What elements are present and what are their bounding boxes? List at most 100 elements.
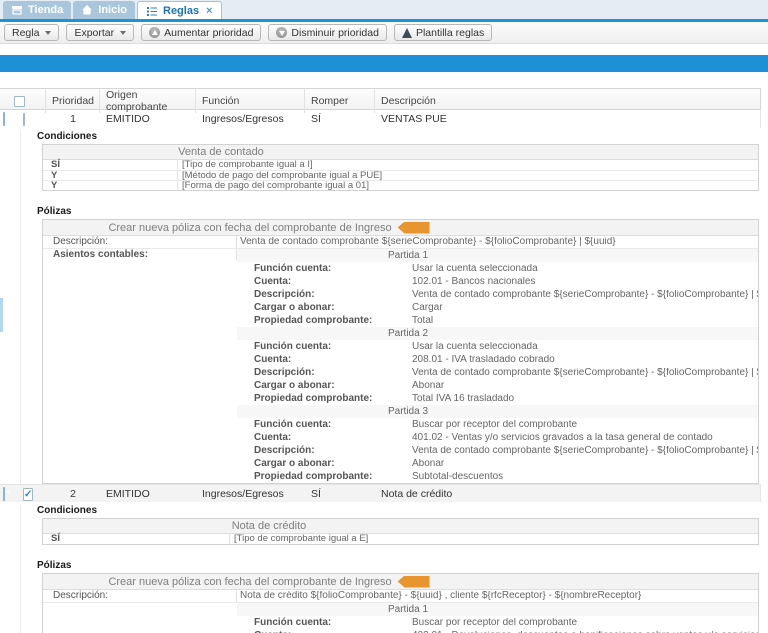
- spacer: [0, 72, 768, 88]
- button-label: Exportar: [74, 27, 114, 39]
- exportar-menu-button[interactable]: Exportar: [66, 24, 134, 41]
- tab-label: Reglas: [163, 5, 199, 17]
- partida-field-row: Función cuenta:Usar la cuenta selecciona…: [237, 262, 758, 275]
- partida-field-row: Cuenta:208.01 - IVA trasladado cobrado: [237, 353, 758, 366]
- condition-row: SÍ[Tipo de comprobante igual a I]: [43, 160, 758, 170]
- poliza-table: Crear nueva póliza con fecha del comprob…: [42, 573, 759, 633]
- rule-row[interactable]: 2 EMITIDO Ingresos/Egresos SÍ Nota de cr…: [0, 484, 761, 502]
- cell-descripcion: VENTAS PUE: [375, 113, 760, 125]
- partida-field-value: Abonar: [412, 381, 444, 391]
- partida-field-label: Cuenta:: [237, 355, 412, 365]
- rule-row[interactable]: 1 EMITIDO Ingresos/Egresos SÍ VENTAS PUE: [0, 110, 761, 128]
- partida-field-value: Venta de contado comprobante ${serieComp…: [412, 446, 758, 456]
- tab-label: Tienda: [28, 4, 63, 16]
- condition-operator: Y: [43, 181, 178, 190]
- plantilla-reglas-button[interactable]: Plantilla reglas: [394, 24, 492, 41]
- partida-title: Partida 1: [237, 251, 579, 261]
- cell-romper: SÍ: [305, 488, 375, 500]
- column-header-funcion[interactable]: Función: [196, 89, 305, 113]
- partida-title-row: Partida 2: [237, 327, 758, 340]
- partida-field-label: Descripción:: [237, 368, 412, 378]
- column-header-prioridad[interactable]: Prioridad: [46, 89, 100, 113]
- asientos-contables-label: Asientos contables:: [43, 249, 237, 260]
- partida-field-row: Cuenta:402.01 - Devoluciones, descuentos…: [237, 629, 758, 633]
- button-label: Plantilla reglas: [416, 27, 484, 39]
- collapse-row-icon[interactable]: [3, 487, 5, 501]
- partida-field-label: Descripción:: [237, 290, 412, 300]
- cell-descripcion: Nota de crédito: [375, 488, 760, 500]
- tab-close-icon[interactable]: ×: [206, 6, 212, 16]
- conditions-table-body: SÍ[Tipo de comprobante igual a I]Y[Métod…: [43, 160, 758, 190]
- condition-row: Y[Método de pago del comprobante igual a…: [43, 170, 758, 180]
- select-all-checkbox[interactable]: [14, 96, 25, 107]
- column-header-descripcion[interactable]: Descripción: [375, 89, 760, 113]
- conditions-table: Nota de crédito SÍ[Tipo de comprobante i…: [42, 518, 759, 545]
- partida-field-label: Función cuenta:: [237, 342, 412, 352]
- partida-field-row: Descripción:Venta de contado comprobante…: [237, 288, 758, 301]
- polizas-label: Pólizas: [37, 206, 768, 217]
- row-checkbox[interactable]: [23, 488, 33, 501]
- button-label: Disminuir prioridad: [291, 27, 379, 39]
- row-checkbox[interactable]: [23, 113, 25, 126]
- partidas-container: Partida 1Función cuenta:Buscar por recep…: [237, 603, 758, 633]
- partida-field-value: Venta de contado comprobante ${serieComp…: [412, 290, 758, 300]
- tab-inicio[interactable]: Inicio: [73, 1, 135, 19]
- collapse-row-icon[interactable]: [3, 112, 5, 126]
- condition-expression: [Método de pago del comprobante igual a …: [178, 171, 382, 181]
- asientos-contables-row: Partida 1Función cuenta:Buscar por recep…: [43, 603, 758, 633]
- chevron-down-icon: [120, 31, 126, 35]
- disminuir-prioridad-button[interactable]: Disminuir prioridad: [268, 24, 387, 41]
- poliza-description-row: Descripción: Nota de crédito ${folioComp…: [43, 590, 758, 603]
- toolbar: Regla Exportar Aumentar prioridad Dismin…: [0, 22, 768, 44]
- conditions-title-row: Venta de contado: [43, 145, 758, 160]
- partida-field-label: Cargar o abonar:: [237, 381, 412, 391]
- rule-detail: Condiciones Venta de contado SÍ[Tipo de …: [0, 131, 768, 484]
- partida-field-label: Función cuenta:: [237, 420, 412, 430]
- poliza-title: Crear nueva póliza con fecha del comprob…: [108, 222, 391, 234]
- regla-menu-button[interactable]: Regla: [4, 24, 59, 41]
- spacer: [0, 44, 768, 55]
- cell-origen: EMITIDO: [100, 113, 196, 125]
- partidas-container: Partida 1Función cuenta:Usar la cuenta s…: [237, 249, 758, 483]
- aumentar-prioridad-button[interactable]: Aumentar prioridad: [141, 24, 261, 41]
- partida-field-value: Total: [412, 316, 433, 326]
- highlight-arrow-icon: [398, 576, 430, 588]
- condition-operator: SÍ: [43, 160, 178, 170]
- partida-field-row: Cuenta:102.01 - Bancos nacionales: [237, 275, 758, 288]
- conditions-table: Venta de contado SÍ[Tipo de comprobante …: [42, 144, 759, 191]
- asientos-contables-row: Asientos contables: Partida 1Función cue…: [43, 249, 758, 483]
- column-header-origen[interactable]: Origen comprobante: [100, 89, 196, 113]
- partida-title-row: Partida 1: [237, 249, 758, 262]
- tab-reglas[interactable]: Reglas ×: [137, 1, 222, 19]
- condition-operator: SÍ: [43, 534, 230, 544]
- partida-field-label: Propiedad comprobante:: [237, 316, 412, 326]
- select-all-cell: [0, 89, 46, 113]
- partida-title: Partida 1: [237, 605, 579, 615]
- partida-field-row: Cuenta:401.02 - Ventas y/o servicios gra…: [237, 431, 758, 444]
- condiciones-label: Condiciones: [37, 505, 768, 516]
- partida-field-row: Propiedad comprobante:Subtotal-descuento…: [237, 470, 758, 483]
- conditions-title: Venta de contado: [43, 146, 399, 158]
- condition-operator: Y: [43, 171, 178, 180]
- tab-tienda[interactable]: Tienda: [3, 1, 71, 19]
- poliza-title: Crear nueva póliza con fecha del comprob…: [108, 576, 391, 588]
- template-triangle-icon: [402, 28, 412, 38]
- poliza-title-row: Crear nueva póliza con fecha del comprob…: [43, 574, 758, 590]
- partida-field-row: Propiedad comprobante:Total: [237, 314, 758, 327]
- poliza-table: Crear nueva póliza con fecha del comprob…: [42, 219, 759, 484]
- partida-field-row: Función cuenta:Buscar por receptor del c…: [237, 616, 758, 629]
- highlight-arrow-icon: [398, 222, 430, 234]
- button-label: Regla: [12, 27, 39, 39]
- partida-field-label: Cargar o abonar:: [237, 303, 412, 313]
- arrow-up-circle-icon: [149, 27, 160, 38]
- column-header-romper[interactable]: Romper: [305, 89, 375, 113]
- button-label: Aumentar prioridad: [164, 27, 253, 39]
- polizas-label: Pólizas: [37, 560, 768, 571]
- partida-field-value: Cargar: [412, 303, 443, 313]
- home-icon: [81, 4, 93, 16]
- partida-field-value: 102.01 - Bancos nacionales: [412, 277, 535, 287]
- partida-field-value: Usar la cuenta seleccionada: [412, 342, 538, 352]
- conditions-table-body: SÍ[Tipo de comprobante igual a E]: [43, 534, 758, 544]
- store-icon: [11, 4, 23, 16]
- partida-title: Partida 2: [237, 329, 579, 339]
